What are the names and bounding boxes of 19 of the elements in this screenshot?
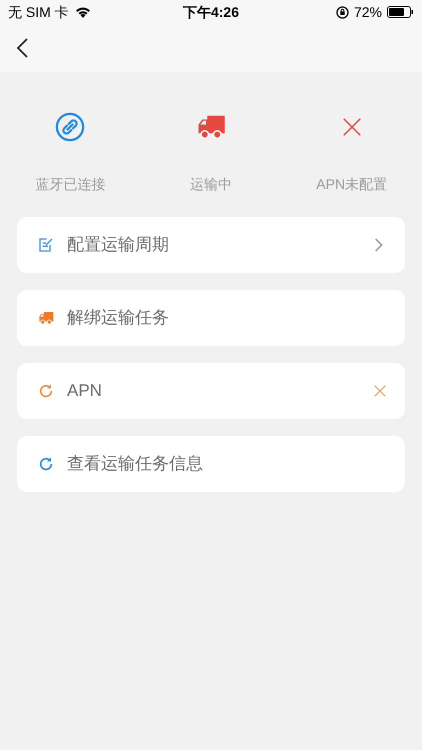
menu-item[interactable]: APN: [17, 363, 405, 419]
clock-text: 下午4:26: [182, 2, 240, 22]
back-icon[interactable]: [16, 38, 28, 58]
menu-item[interactable]: 解绑运输任务: [17, 290, 405, 346]
menu-label: 配置运输周期: [67, 234, 170, 256]
menu-item[interactable]: 配置运输周期: [17, 217, 405, 273]
menu-label: APN: [67, 380, 103, 402]
carrier-text: 无 SIM 卡: [8, 2, 69, 22]
menu-label: 查看运输任务信息: [67, 453, 204, 476]
menu-label: 解绑运输任务: [67, 307, 170, 330]
status-label: 蓝牙已连接: [35, 175, 106, 194]
rotation-lock-icon: [336, 6, 349, 18]
battery-icon: [387, 6, 414, 18]
menu-item[interactable]: 查看运输任务信息: [17, 436, 405, 492]
close-icon: [373, 384, 387, 398]
status-label: 运输中: [190, 175, 232, 194]
status-label: APN未配置: [316, 175, 388, 194]
battery-text: 72%: [354, 2, 382, 22]
wifi-icon: [74, 6, 91, 18]
